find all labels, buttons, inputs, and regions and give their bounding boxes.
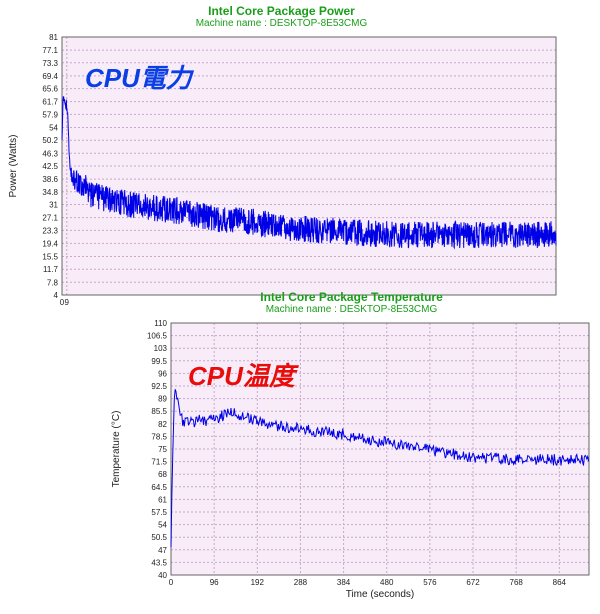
- svg-text:92.5: 92.5: [151, 382, 167, 391]
- svg-text:61: 61: [158, 495, 167, 504]
- svg-text:43.5: 43.5: [151, 558, 167, 567]
- svg-text:40: 40: [158, 571, 167, 580]
- svg-text:54: 54: [49, 123, 58, 132]
- svg-text:38.6: 38.6: [42, 175, 58, 184]
- svg-text:65.6: 65.6: [42, 85, 58, 94]
- svg-text:Time (seconds): Time (seconds): [346, 589, 415, 600]
- chart-title: Intel Core Package Temperature: [105, 290, 598, 304]
- svg-text:0: 0: [169, 578, 174, 587]
- svg-text:31: 31: [49, 201, 58, 210]
- svg-text:96: 96: [210, 578, 219, 587]
- svg-text:480: 480: [380, 578, 394, 587]
- svg-text:7.8: 7.8: [47, 278, 59, 287]
- svg-text:46.3: 46.3: [42, 149, 58, 158]
- svg-text:54: 54: [158, 521, 167, 530]
- svg-text:78.5: 78.5: [151, 432, 167, 441]
- svg-text:19.4: 19.4: [42, 239, 58, 248]
- svg-text:9: 9: [65, 298, 70, 307]
- svg-text:57.9: 57.9: [42, 110, 58, 119]
- svg-text:576: 576: [423, 578, 437, 587]
- svg-text:50.5: 50.5: [151, 533, 167, 542]
- svg-text:103: 103: [154, 344, 168, 353]
- svg-text:384: 384: [337, 578, 351, 587]
- svg-text:68: 68: [158, 470, 167, 479]
- svg-text:Power (Watts): Power (Watts): [8, 135, 19, 198]
- temperature-chart-panel: Intel Core Package Temperature Machine n…: [105, 290, 598, 614]
- svg-text:61.7: 61.7: [42, 98, 58, 107]
- svg-text:75: 75: [158, 445, 167, 454]
- svg-text:81: 81: [49, 33, 58, 42]
- svg-text:11.7: 11.7: [43, 265, 59, 274]
- svg-text:192: 192: [251, 578, 265, 587]
- chart-subtitle: Machine name : DESKTOP-8E53CMG: [2, 18, 561, 29]
- svg-text:288: 288: [294, 578, 308, 587]
- svg-text:85.5: 85.5: [151, 407, 167, 416]
- svg-text:864: 864: [553, 578, 567, 587]
- power-chart-panel: Intel Core Package Power Machine name : …: [2, 4, 561, 312]
- svg-text:4: 4: [54, 291, 59, 300]
- svg-text:672: 672: [466, 578, 480, 587]
- power-chart-plot: 4 7.8 11.7 15.5 19.4 23.3 27.1 31 34.8 38.6 42.5 46…: [2, 33, 561, 307]
- svg-text:77.1: 77.1: [42, 46, 58, 55]
- svg-text:71.5: 71.5: [151, 458, 167, 467]
- svg-text:89: 89: [158, 395, 167, 404]
- svg-text:82: 82: [158, 420, 167, 429]
- chart-subtitle: Machine name : DESKTOP-8E53CMG: [105, 304, 598, 315]
- svg-text:57.5: 57.5: [151, 508, 167, 517]
- svg-text:99.5: 99.5: [151, 357, 167, 366]
- svg-text:27.1: 27.1: [42, 214, 58, 223]
- svg-text:47: 47: [158, 546, 167, 555]
- svg-text:23.3: 23.3: [42, 226, 58, 235]
- svg-text:73.3: 73.3: [42, 59, 58, 68]
- temperature-chart-plot: 40 43.5 47 50.5 54 57.5 61 64.5 68 71.5 75 78.5 82 85…: [105, 319, 598, 609]
- chart-title: Intel Core Package Power: [2, 4, 561, 18]
- svg-text:15.5: 15.5: [42, 252, 58, 261]
- svg-text:34.8: 34.8: [42, 188, 58, 197]
- svg-text:50.2: 50.2: [42, 136, 58, 145]
- svg-text:69.4: 69.4: [42, 72, 58, 81]
- svg-text:110: 110: [154, 319, 167, 328]
- svg-text:42.5: 42.5: [42, 162, 58, 171]
- svg-text:64.5: 64.5: [151, 483, 167, 492]
- svg-text:768: 768: [510, 578, 524, 587]
- svg-text:Temperature (°C): Temperature (°C): [111, 411, 122, 488]
- svg-text:106.5: 106.5: [147, 332, 168, 341]
- svg-text:96: 96: [158, 369, 167, 378]
